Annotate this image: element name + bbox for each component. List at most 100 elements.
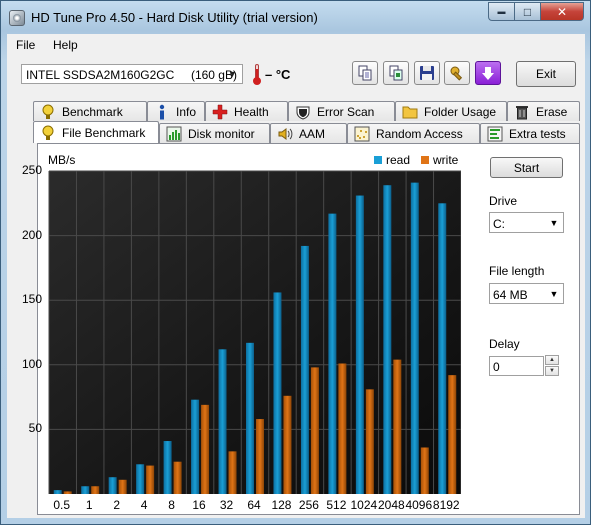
close-button[interactable]: ✕ (541, 2, 584, 21)
write-bar (420, 447, 429, 494)
tab-info[interactable]: Info (147, 101, 205, 121)
chevron-down-icon: ▼ (549, 288, 559, 299)
y-tick-label: 50 (28, 421, 42, 436)
write-bar (365, 389, 374, 494)
write-bar (393, 359, 402, 494)
y-tick-label: 250 (21, 163, 42, 177)
write-bar (118, 479, 127, 494)
health-icon (212, 104, 228, 120)
screenshot-icon (389, 65, 403, 81)
write-bar (448, 375, 457, 494)
read-bar (410, 182, 419, 495)
file-benchmark-icon (40, 125, 56, 141)
drive-select[interactable]: C: ▼ (489, 212, 564, 233)
tab-label: Info (176, 104, 197, 119)
legend-label: read (386, 153, 411, 167)
menu-help[interactable]: Help (53, 38, 78, 52)
copy-icon (358, 65, 372, 81)
drive-select-value: C: (493, 217, 505, 231)
legend-label: write (433, 153, 459, 167)
trash-icon (514, 104, 530, 120)
chevron-down-icon: ▼ (549, 217, 559, 228)
delay-input[interactable]: 0 (489, 356, 544, 376)
app-window: HD Tune Pro 4.50 - Hard Disk Utility (tr… (0, 0, 591, 525)
tab-aam[interactable]: AAM (270, 123, 347, 143)
write-bar (338, 363, 347, 494)
tab-label: Benchmark (62, 104, 123, 119)
tab-label: Health (234, 104, 269, 119)
tab-disk-monitor[interactable]: Disk monitor (159, 123, 270, 143)
y-tick-label: 100 (21, 356, 42, 371)
x-tick-label: 8192 (432, 498, 460, 512)
window-title: HD Tune Pro 4.50 - Hard Disk Utility (tr… (31, 10, 318, 25)
file-length-select[interactable]: 64 MB ▼ (489, 283, 564, 304)
tab-label: Random Access (376, 126, 463, 141)
tab-error-scan[interactable]: Error Scan (288, 101, 395, 121)
write-bar (201, 404, 210, 494)
write-bar (91, 486, 100, 494)
write-bar (310, 367, 319, 494)
tab-file-benchmark[interactable]: File Benchmark (33, 121, 159, 143)
write-bar (256, 419, 264, 494)
read-bar (246, 342, 254, 494)
drive-dropdown[interactable]: INTEL SSDSA2M160G2GC (160 gB) ▼ (21, 64, 243, 84)
tab-folder-usage[interactable]: Folder Usage (395, 101, 507, 121)
read-bar (108, 477, 117, 494)
wrench-icon (450, 66, 463, 81)
read-bar (438, 203, 447, 495)
write-bar (146, 465, 155, 494)
delay-label: Delay (489, 337, 520, 351)
delay-value: 0 (493, 360, 500, 374)
read-bar (328, 213, 337, 495)
copy-screenshot-button[interactable] (383, 61, 409, 85)
folder-icon (402, 104, 418, 120)
file-length-value: 64 MB (493, 288, 528, 302)
chevron-up-icon: ▲ (549, 357, 555, 363)
minimize-button[interactable]: ▬ (488, 2, 515, 21)
floppy-disk-icon (420, 66, 434, 80)
read-bar (53, 490, 62, 494)
save-button[interactable] (414, 61, 440, 85)
maximize-button[interactable]: □ (515, 2, 541, 21)
window-controls: ▬ □ ✕ (488, 2, 584, 21)
write-bar (228, 451, 237, 494)
app-icon[interactable] (9, 10, 25, 26)
read-bar (81, 486, 90, 494)
chevron-down-icon: ▼ (228, 69, 237, 79)
benchmark-chart (48, 170, 461, 495)
extra-tests-icon (487, 126, 503, 142)
delay-increment-button[interactable]: ▲ (545, 355, 559, 365)
download-button[interactable] (475, 61, 501, 85)
read-bar (163, 441, 172, 494)
delay-decrement-button[interactable]: ▼ (545, 366, 559, 376)
exit-button[interactable]: Exit (516, 61, 576, 87)
y-tick-label: 200 (21, 227, 42, 242)
write-bar (173, 461, 182, 494)
write-bar (283, 395, 292, 494)
tab-extra-tests[interactable]: Extra tests (480, 123, 580, 143)
read-bar (191, 399, 200, 494)
error-scan-icon (295, 104, 311, 120)
copy-info-button[interactable] (352, 61, 378, 85)
drive-dropdown-value: INTEL SSDSA2M160G2GC (160 gB) (26, 68, 237, 82)
read-bar (383, 185, 392, 494)
tab-erase[interactable]: Erase (507, 101, 580, 121)
menu-file[interactable]: File (16, 38, 35, 52)
start-button[interactable]: Start (490, 157, 563, 178)
options-button[interactable] (444, 61, 470, 85)
disk-monitor-icon (166, 126, 182, 142)
read-bar (136, 464, 145, 494)
chevron-down-icon: ▼ (549, 368, 555, 374)
tab-label: Extra tests (509, 126, 566, 141)
legend-swatch (374, 156, 382, 164)
write-bar (63, 491, 72, 494)
thermometer-icon (253, 64, 261, 85)
tab-random-access[interactable]: Random Access (347, 123, 480, 143)
y-tick-label: 150 (21, 292, 42, 307)
file-length-label: File length (489, 264, 545, 278)
tab-health[interactable]: Health (205, 101, 288, 121)
title-bar[interactable]: HD Tune Pro 4.50 - Hard Disk Utility (tr… (1, 1, 590, 33)
tab-benchmark[interactable]: Benchmark (33, 101, 147, 121)
tab-label: Erase (536, 104, 568, 119)
drive-label: Drive (489, 194, 518, 208)
